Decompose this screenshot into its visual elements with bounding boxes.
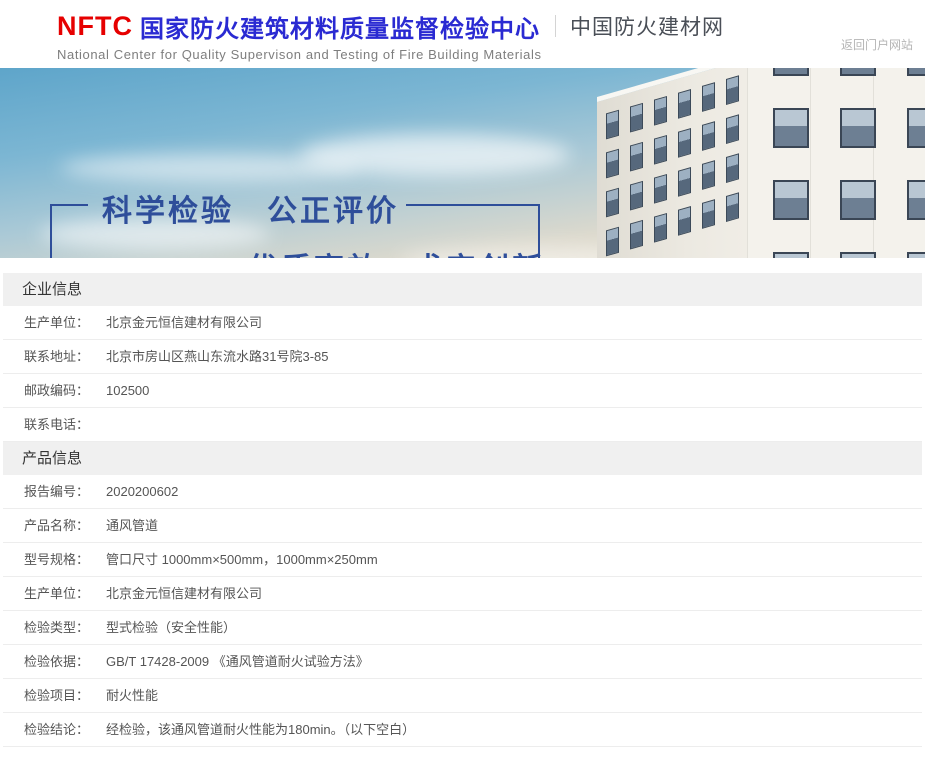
building-window [678,128,691,158]
table-row: 联系地址： 北京市房山区燕山东流水路31号院3-85 [3,340,922,374]
table-row: 检验类型： 型式检验（安全性能） [3,611,922,645]
building-left-face [597,68,747,258]
building-window [726,75,739,105]
building-window [726,114,739,144]
building-window [606,110,619,140]
building-window [606,227,619,257]
table-row: 联系电话： [3,408,922,442]
table-row: 邮政编码： 102500 [3,374,922,408]
building-window [907,108,925,148]
row-label: 检验依据： [24,645,106,678]
building-window [907,252,925,258]
building-window [840,68,876,76]
building-window [840,252,876,258]
site-header: NFTC 国家防火建筑材料质量监督检验中心 中国防火建材网 National C… [0,0,925,68]
row-label: 邮政编码： [24,374,106,407]
row-label: 型号规格： [24,543,106,576]
building-window [654,96,667,126]
building-window [773,252,809,258]
building-window [678,89,691,119]
building-window [606,188,619,218]
building-window [840,108,876,148]
slogan-frame-line [50,204,52,258]
slogan-frame-line [50,204,88,206]
table-row: 检验项目： 耐火性能 [3,679,922,713]
section-title-company: 企业信息 [3,273,922,306]
row-value: 北京市房山区燕山东流水路31号院3-85 [106,340,328,373]
hero-banner: 科学检验 公正评价 优质高效 求实创新 [0,68,925,258]
row-value: 通风管道 [106,509,158,542]
org-name-en: National Center for Quality Supervison a… [57,47,925,62]
building-window [654,213,667,243]
building-window [606,149,619,179]
site-name[interactable]: 中国防火建材网 [570,11,724,41]
row-value: 经检验，该通风管道耐火性能为180min。（以下空白） [106,713,415,746]
table-row: 生产单位： 北京金元恒信建材有限公司 [3,306,922,340]
row-label: 产品名称： [24,509,106,542]
row-value: 北京金元恒信建材有限公司 [106,306,262,339]
building-window [773,108,809,148]
building-window [726,192,739,222]
cloud-decoration [300,134,570,176]
row-value: 北京金元恒信建材有限公司 [106,577,262,610]
row-label: 报告编号： [24,475,106,508]
building-window [702,160,715,190]
building-window [773,68,809,76]
row-label: 检验项目： [24,679,106,712]
row-label: 生产单位： [24,577,106,610]
org-name-zh: 国家防火建筑材料质量监督检验中心 [140,9,540,44]
row-value: 型式检验（安全性能） [106,611,236,644]
banner-slogan-line2: 优质高效 求实创新 [248,244,545,258]
building-window [678,206,691,236]
building-window [702,82,715,112]
table-row: 产品名称： 通风管道 [3,509,922,543]
building-window [773,180,809,220]
table-row: 生产单位： 北京金元恒信建材有限公司 [3,577,922,611]
row-label: 联系电话： [24,408,106,441]
building-window [630,181,643,211]
title-divider [555,15,556,37]
building-window [907,180,925,220]
slogan-frame-line [406,204,540,206]
building-window [654,135,667,165]
building-window [630,142,643,172]
building-window [840,180,876,220]
building-window [702,199,715,229]
row-label: 检验类型： [24,611,106,644]
row-value: 102500 [106,374,149,407]
info-content: 企业信息 生产单位： 北京金元恒信建材有限公司 联系地址： 北京市房山区燕山东流… [3,273,922,747]
banner-slogan-line1: 科学检验 公正评价 [102,186,399,230]
table-row: 检验依据： GB/T 17428-2009 《通风管道耐火试验方法》 [3,645,922,679]
table-row: 检验结论： 经检验，该通风管道耐火性能为180min。（以下空白） [3,713,922,747]
row-label: 检验结论： [24,713,106,746]
building-window [630,103,643,133]
building-window [654,174,667,204]
building-window [726,153,739,183]
row-label: 联系地址： [24,340,106,373]
brand-row: NFTC 国家防火建筑材料质量监督检验中心 中国防火建材网 [57,10,925,42]
row-value: 管口尺寸 1000mm×500mm，1000mm×250mm [106,543,378,576]
building-window [702,121,715,151]
building-right-face [747,68,925,258]
table-row: 报告编号： 2020200602 [3,475,922,509]
return-portal-link[interactable]: 返回门户网站 [841,36,913,53]
section-title-product: 产品信息 [3,442,922,475]
building-window [630,220,643,250]
row-value: 耐火性能 [106,679,158,712]
table-row: 型号规格： 管口尺寸 1000mm×500mm，1000mm×250mm [3,543,922,577]
building-window [678,167,691,197]
row-value: GB/T 17428-2009 《通风管道耐火试验方法》 [106,645,369,678]
building-window [907,68,925,76]
row-label: 生产单位： [24,306,106,339]
nftc-logo[interactable]: NFTC [57,11,133,42]
row-value: 2020200602 [106,475,178,508]
